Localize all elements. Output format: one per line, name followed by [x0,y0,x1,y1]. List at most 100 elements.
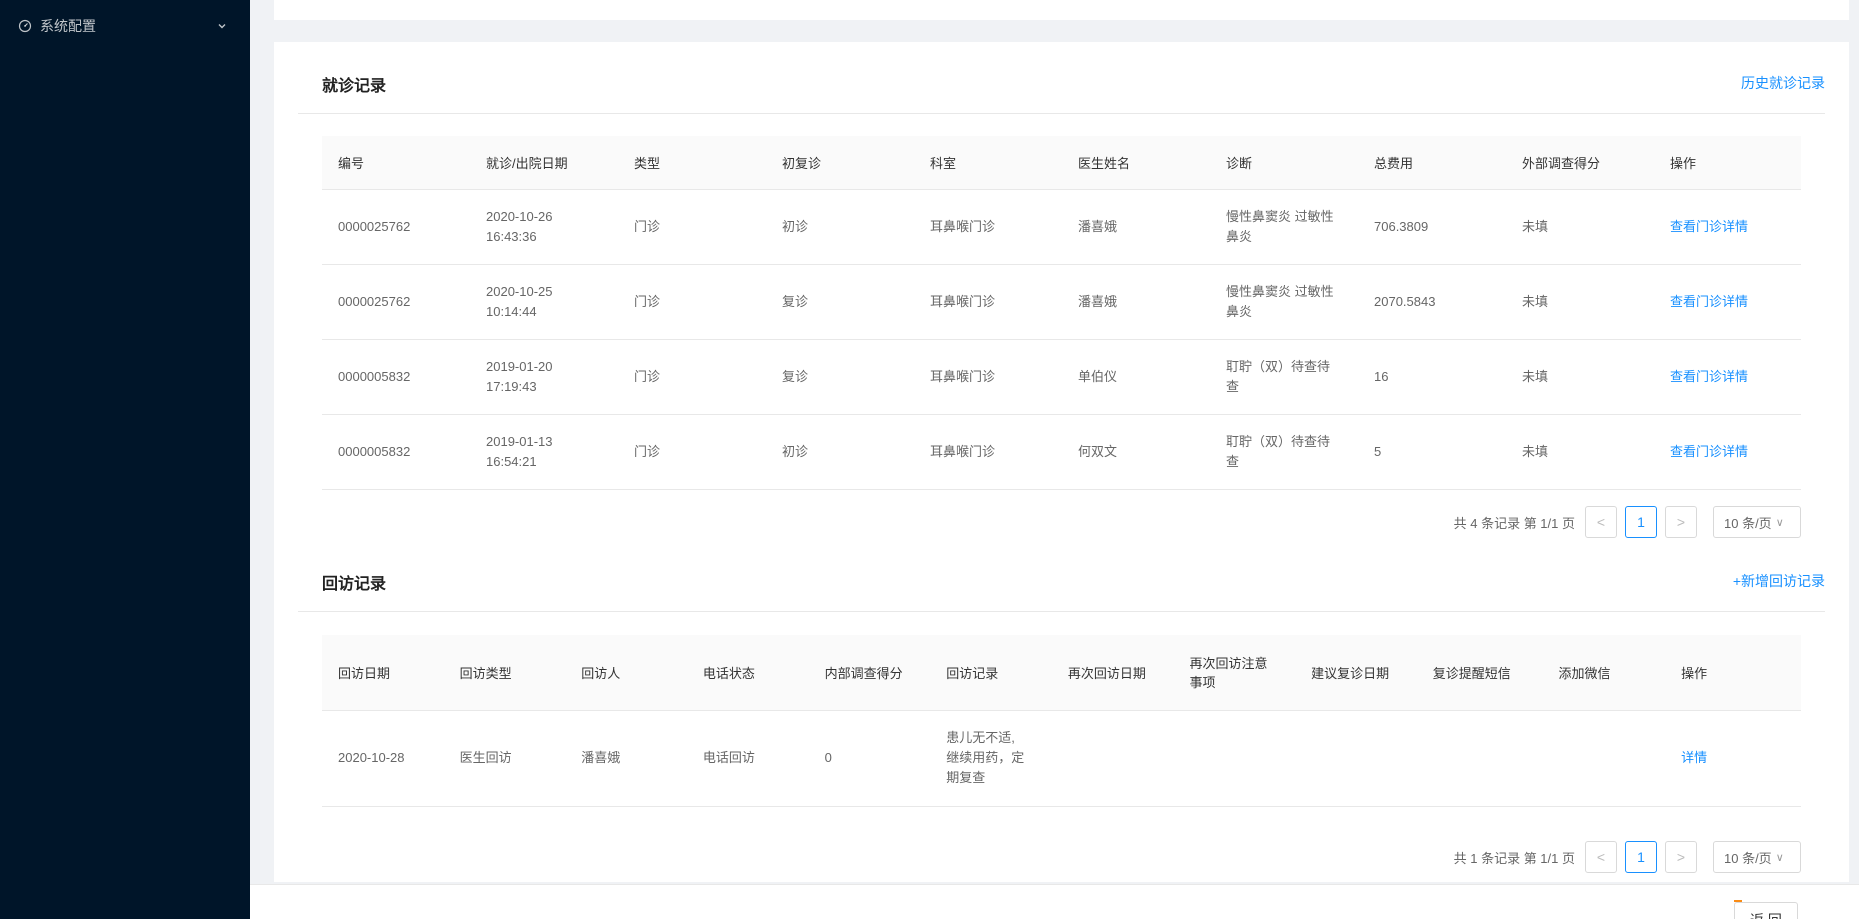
column-header: 外部调查得分 [1506,136,1654,190]
visit-type: 门诊 [618,264,766,340]
column-header: 电话状态 [686,635,809,711]
total-fee: 5 [1358,414,1506,490]
doctor-name: 潘喜娥 [1062,189,1210,265]
history-visit-link[interactable]: 历史就诊记录 [1741,73,1825,93]
column-header-line: 事项 [1189,675,1216,691]
add-followup-link[interactable]: +新增回访记录 [1733,571,1825,591]
doctor-name: 何双文 [1062,414,1210,490]
sidebar-item-label: 系统配置 [40,18,96,34]
visit-type: 门诊 [618,414,766,490]
column-header: 总费用 [1358,136,1506,190]
department: 耳鼻喉门诊 [914,189,1062,265]
first-or-return: 复诊 [766,339,914,415]
column-header: 再次回访注意 事项 [1173,635,1296,711]
column-header: 初复诊 [766,136,914,190]
visit-date: 2020-10-25 10:14:44 [470,264,618,340]
visit-date-time: 16:54:21 [486,453,537,469]
column-header: 医生姓名 [1062,136,1210,190]
column-header: 诊断 [1210,136,1358,190]
visit-date-day: 2020-10-25 [486,283,553,299]
column-header: 回访人 [565,635,687,711]
followup-records-table: 回访日期 回访类型 回访人 电话状态 内部调查得分 回访记录 再次回访日期 再次… [322,635,1801,807]
next-page-button[interactable]: > [1665,506,1697,538]
total-fee: 706.3809 [1358,189,1506,265]
diagnosis: 慢性鼻窦炎 过敏性 鼻炎 [1210,264,1358,340]
visit-type: 门诊 [618,189,766,265]
chevron-down-icon: ∨ [1775,851,1784,864]
visit-date-day: 2020-10-26 [486,208,553,224]
table-row: 0000005832 2019-01-13 16:54:21 门诊 初诊 耳鼻喉门… [322,414,1801,490]
revisit-sms [1416,710,1543,807]
column-header: 回访日期 [322,635,444,711]
visit-records-pagination: 共 4 条记录 第 1/1 页 < 1 > 10 条/页 ∨ [1454,506,1801,538]
first-or-return: 初诊 [766,189,914,265]
diagnosis-line: 慢性鼻窦炎 过敏性 [1226,283,1334,299]
column-header: 编号 [322,136,470,190]
visit-records-table: 编号 就诊/出院日期 类型 初复诊 科室 医生姓名 诊断 总费用 外部调查得分 … [322,136,1801,490]
column-header: 内部调查得分 [808,635,931,711]
view-visit-detail-link[interactable]: 查看门诊详情 [1654,264,1801,340]
main-card: 就诊记录 历史就诊记录 编号 就诊/出院日期 类型 初复诊 科室 医生姓名 诊断… [274,42,1849,882]
prev-page-button[interactable]: < [1585,506,1617,538]
chevron-down-icon [216,20,228,32]
external-score: 未填 [1506,339,1654,415]
column-header: 建议复诊日期 [1295,635,1417,711]
visit-date: 2020-10-26 16:43:36 [470,189,618,265]
visit-records-header: 就诊记录 历史就诊记录 [298,42,1825,114]
followup-date: 2020-10-28 [322,710,444,807]
view-visit-detail-link[interactable]: 查看门诊详情 [1654,414,1801,490]
next-page-button[interactable]: > [1665,841,1697,873]
table-row: 0000025762 2020-10-25 10:14:44 门诊 复诊 耳鼻喉门… [322,264,1801,340]
table-header-row: 编号 就诊/出院日期 类型 初复诊 科室 医生姓名 诊断 总费用 外部调查得分 … [322,136,1801,190]
column-header: 再次回访日期 [1051,635,1174,711]
prev-page-button[interactable]: < [1585,841,1617,873]
department: 耳鼻喉门诊 [914,339,1062,415]
sidebar-item-system-config[interactable]: 系统配置 [0,8,250,44]
record-line: 期复查 [946,770,986,785]
total-fee: 2070.5843 [1358,264,1506,340]
record-id: 0000025762 [322,264,470,340]
diagnosis-line: 鼻炎 [1226,228,1253,244]
phone-status: 电话回访 [686,710,809,807]
followup-records-pagination: 共 1 条记录 第 1/1 页 < 1 > 10 条/页 ∨ [1454,841,1801,873]
column-header: 回访记录 [930,635,1052,711]
diagnosis-line: 耵聍（双）待查待 [1226,433,1331,449]
back-button[interactable]: 返 回 [1734,902,1798,919]
page-1-button[interactable]: 1 [1625,841,1657,873]
internal-score: 0 [808,710,931,807]
sidebar: 系统配置 [0,0,250,919]
followup-detail-link[interactable]: 详情 [1665,710,1801,807]
add-wechat [1542,710,1666,807]
visit-date-day: 2019-01-13 [486,433,553,449]
pagination-total: 共 4 条记录 第 1/1 页 [1453,515,1575,531]
followup-records-title: 回访记录 [322,576,387,593]
diagnosis-line: 查 [1226,378,1240,394]
followup-person: 潘喜娥 [565,710,687,807]
column-header: 科室 [914,136,1062,190]
diagnosis: 慢性鼻窦炎 过敏性 鼻炎 [1210,189,1358,265]
visit-date-time: 17:19:43 [486,378,537,394]
first-or-return: 复诊 [766,264,914,340]
page-1-button[interactable]: 1 [1625,506,1657,538]
table-header-row: 回访日期 回访类型 回访人 电话状态 内部调查得分 回访记录 再次回访日期 再次… [322,635,1801,711]
record-line: 继续用药，定 [946,750,1025,765]
diagnosis-line: 耵聍（双）待查待 [1226,358,1331,374]
department: 耳鼻喉门诊 [914,264,1062,340]
visit-date-time: 16:43:36 [486,228,537,244]
followup-records-header: 回访记录 +新增回访记录 [298,540,1825,612]
visit-date-time: 10:14:44 [486,303,537,319]
top-card [274,0,1849,20]
column-header: 回访类型 [443,635,566,711]
view-visit-detail-link[interactable]: 查看门诊详情 [1654,189,1801,265]
column-header: 复诊提醒短信 [1416,635,1543,711]
chevron-down-icon: ∨ [1775,516,1784,529]
record-id: 0000005832 [322,339,470,415]
table-row: 2020-10-28 医生回访 潘喜娥 电话回访 0 患儿无不适, 继续用药，定期… [322,710,1801,807]
page-size-select[interactable]: 10 条/页 ∨ [1713,841,1801,873]
page-size-select[interactable]: 10 条/页 ∨ [1713,506,1801,538]
total-fee: 16 [1358,339,1506,415]
view-visit-detail-link[interactable]: 查看门诊详情 [1654,339,1801,415]
visit-records-title: 就诊记录 [322,78,387,95]
column-header: 操作 [1665,635,1801,711]
dashboard-icon [18,19,32,33]
